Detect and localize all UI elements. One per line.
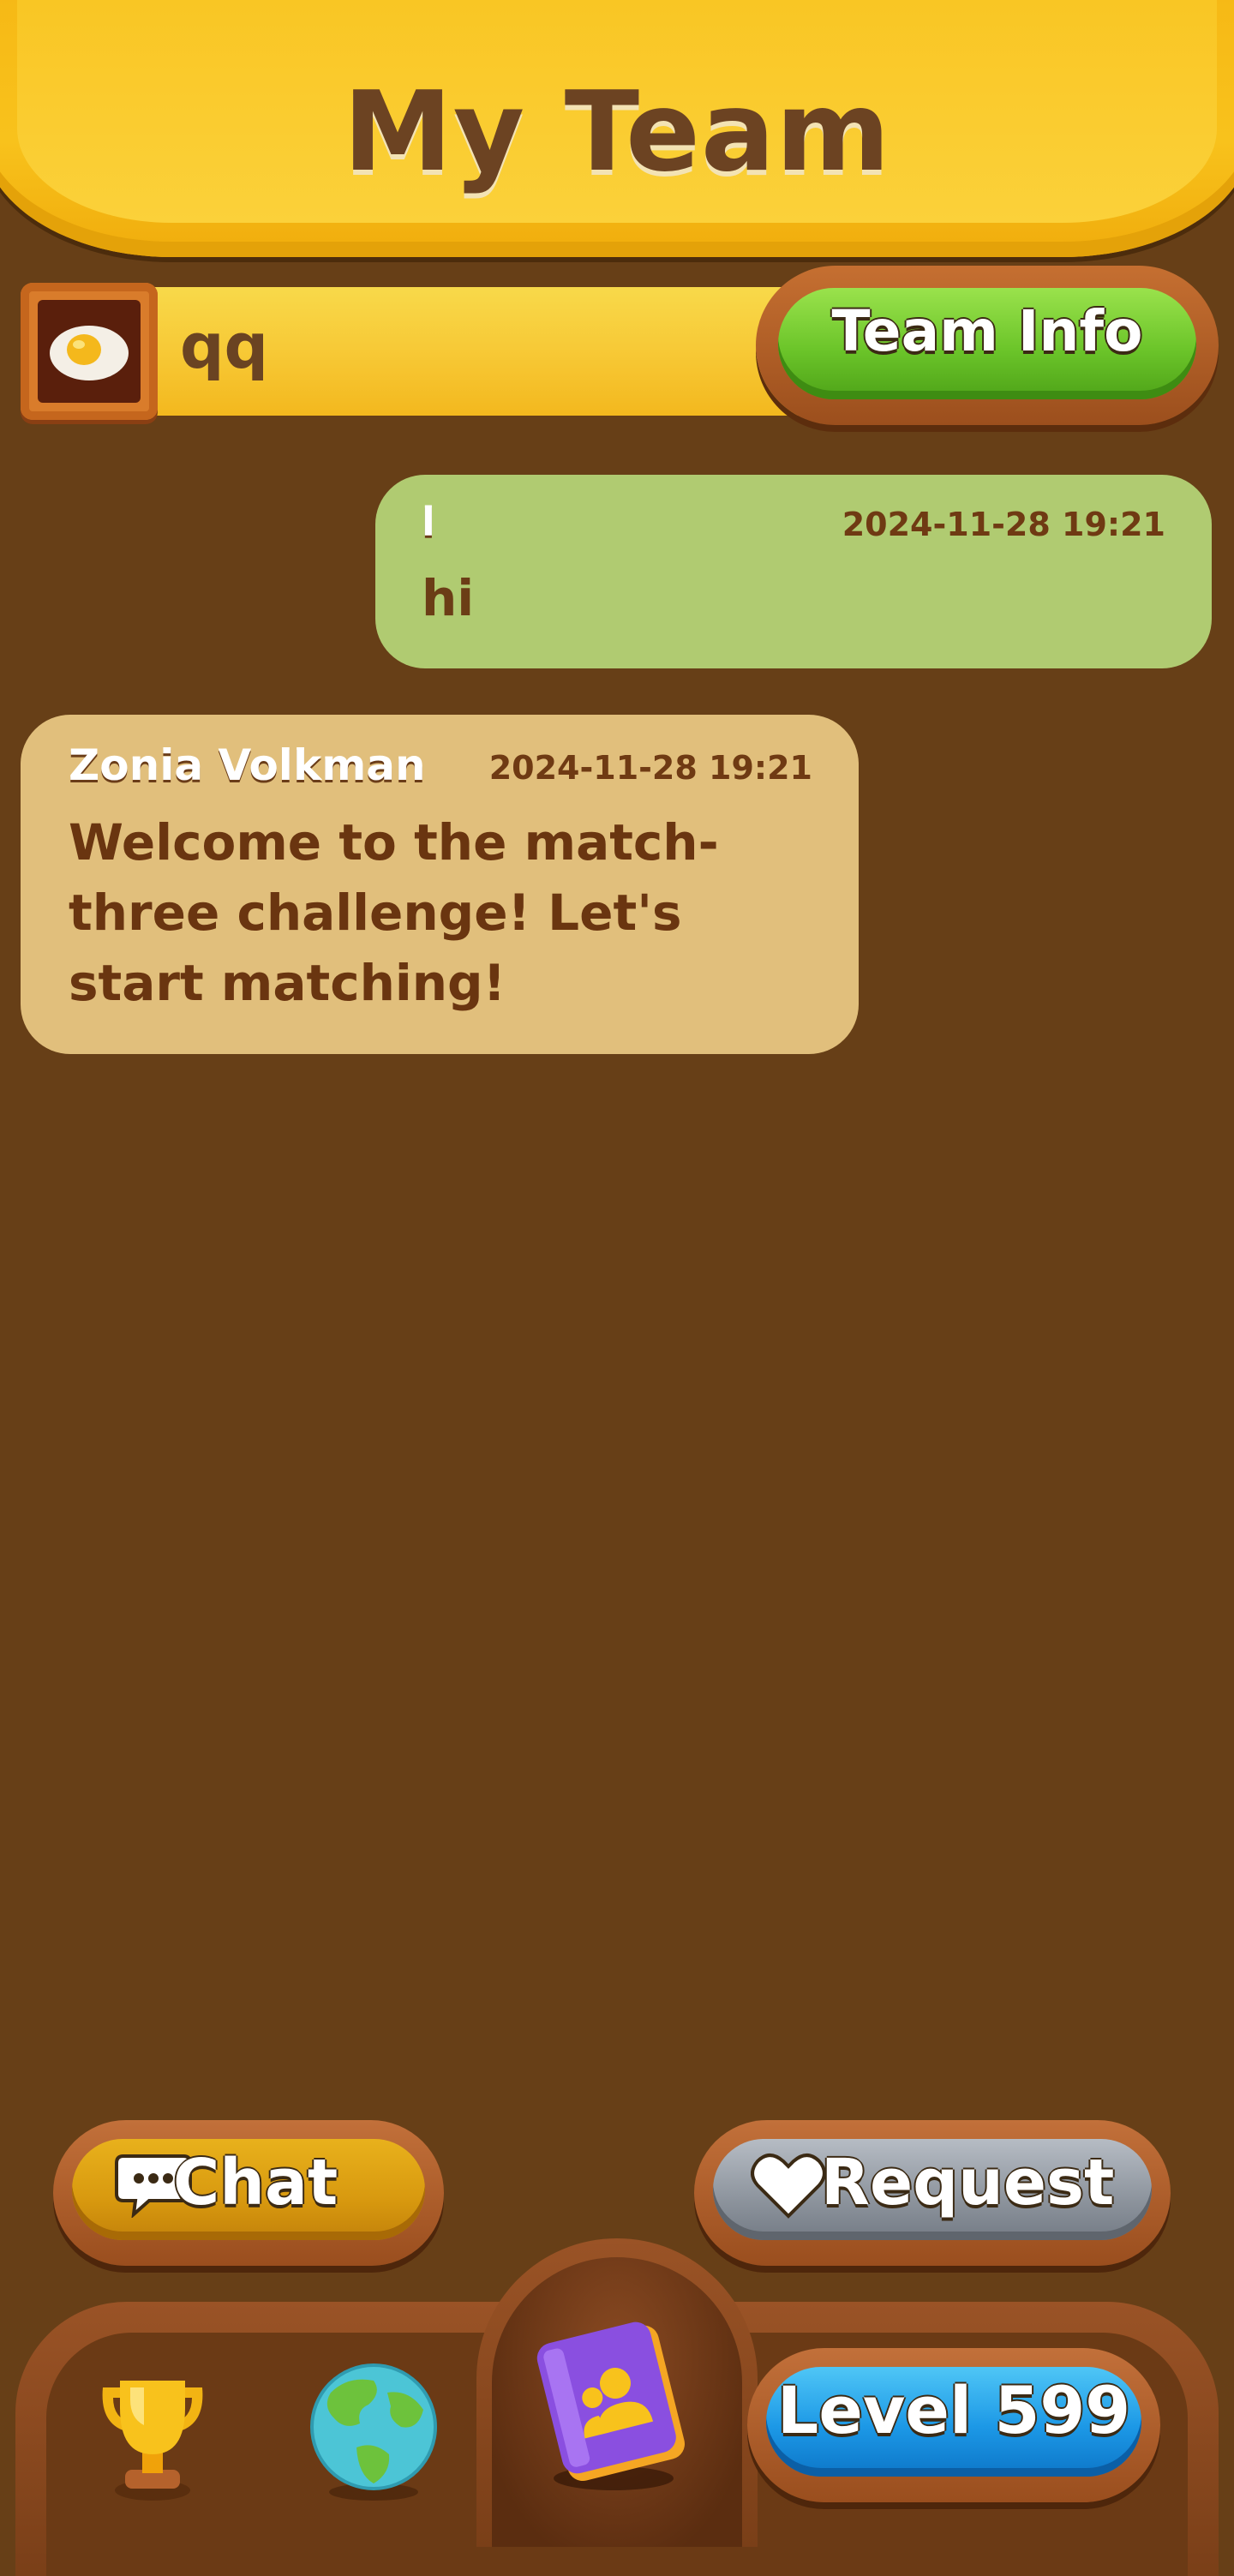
trophy-icon[interactable] — [91, 2374, 214, 2502]
message-timestamp: 2024-11-28 19:21 — [842, 506, 1165, 543]
fried-egg-icon — [50, 326, 129, 380]
heart-icon — [751, 2154, 826, 2219]
team-name: qq — [180, 310, 269, 382]
message-author: Zonia Volkman — [69, 740, 426, 790]
message-author: l — [422, 499, 435, 545]
chat-button-label: Chat — [173, 2146, 338, 2220]
team-avatar-frame — [38, 300, 141, 403]
team-avatar[interactable] — [21, 283, 158, 420]
level-button[interactable]: Level 599 — [747, 2348, 1160, 2502]
page-title: My Team — [343, 69, 891, 196]
chat-message-other: Zonia Volkman 2024-11-28 19:21 Welcome t… — [21, 715, 859, 1054]
request-button[interactable]: Request — [694, 2120, 1171, 2266]
chat-message-own: l 2024-11-28 19:21 hi — [375, 475, 1212, 668]
level-button-label: Level 599 — [776, 2372, 1131, 2448]
message-text: Welcome to the match-three challenge! Le… — [69, 813, 719, 1012]
team-info-button-label: Team Info — [831, 298, 1143, 364]
team-book-icon[interactable] — [524, 2310, 704, 2499]
chat-button[interactable]: Chat — [53, 2120, 444, 2266]
team-info-button[interactable]: Team Info — [756, 266, 1219, 425]
request-button-label: Request — [821, 2146, 1115, 2220]
globe-icon[interactable] — [305, 2358, 442, 2504]
message-text: hi — [422, 569, 475, 627]
message-timestamp: 2024-11-28 19:21 — [488, 749, 812, 787]
